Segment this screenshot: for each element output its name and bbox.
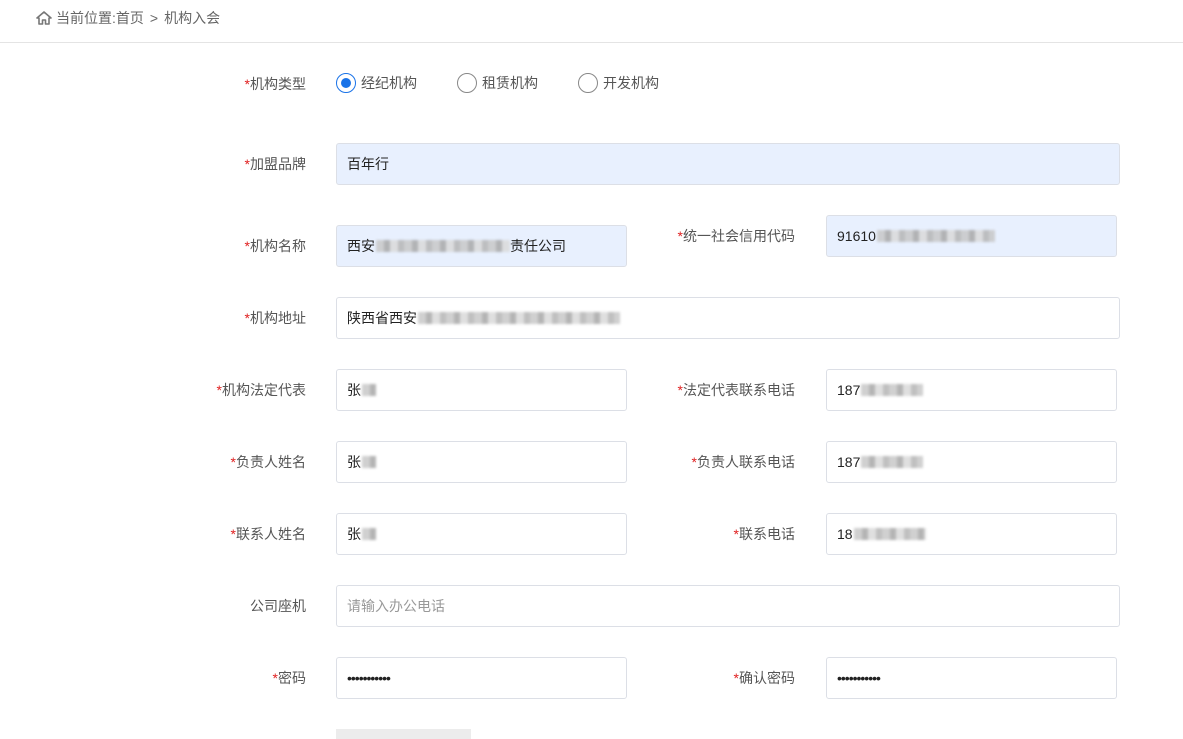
manager-name-input[interactable]: 张 xyxy=(336,441,627,483)
password-input[interactable]: ••••••••••• xyxy=(336,657,627,699)
password-label: *密码 xyxy=(272,670,306,686)
credit-code-label: *统一社会信用代码 xyxy=(677,228,795,244)
breadcrumb: 当前位置: 首页 > 机构入会 xyxy=(36,8,220,28)
confirm-password-input[interactable]: ••••••••••• xyxy=(826,657,1117,699)
org-type-radio-group: 经纪机构 租赁机构 开发机构 xyxy=(336,72,699,94)
contact-name-label: *联系人姓名 xyxy=(230,526,306,542)
org-name-input[interactable]: 西安 责任公司 xyxy=(336,225,627,267)
legal-rep-label: *机构法定代表 xyxy=(216,382,306,398)
contact-phone-label: *联系电话 xyxy=(733,526,795,542)
redacted-text xyxy=(362,456,376,468)
redacted-text xyxy=(362,528,376,540)
redacted-text xyxy=(861,384,924,396)
credit-code-input[interactable]: 91610 xyxy=(826,215,1117,257)
org-type-label: *机构类型 xyxy=(244,76,306,92)
contact-name-input[interactable]: 张 xyxy=(336,513,627,555)
radio-leasing[interactable]: 租赁机构 xyxy=(457,73,538,93)
radio-developer[interactable]: 开发机构 xyxy=(578,73,659,93)
manager-phone-input[interactable]: 187 xyxy=(826,441,1117,483)
manager-phone-label: *负责人联系电话 xyxy=(691,454,795,470)
contact-phone-input[interactable]: 18 xyxy=(826,513,1117,555)
legal-rep-phone-input[interactable]: 187 xyxy=(826,369,1117,411)
redacted-text xyxy=(376,240,510,252)
brand-input[interactable]: 百年行 xyxy=(336,143,1120,185)
breadcrumb-prefix: 当前位置: xyxy=(56,10,116,26)
legal-rep-phone-label: *法定代表联系电话 xyxy=(677,382,795,398)
address-input[interactable]: 陕西省西安 xyxy=(336,297,1120,339)
manager-name-label: *负责人姓名 xyxy=(230,454,306,470)
breadcrumb-current: 机构入会 xyxy=(164,10,221,26)
address-label: *机构地址 xyxy=(244,310,306,326)
submit-button[interactable] xyxy=(336,729,471,739)
redacted-text xyxy=(853,528,926,540)
home-icon xyxy=(36,11,52,25)
org-name-label: *机构名称 xyxy=(244,238,306,254)
redacted-text xyxy=(418,312,620,324)
office-phone-input[interactable]: 请输入办公电话 xyxy=(336,585,1120,627)
radio-broker[interactable]: 经纪机构 xyxy=(336,73,417,93)
radio-circle[interactable] xyxy=(578,73,598,93)
confirm-password-label: *确认密码 xyxy=(733,670,795,686)
breadcrumb-home-link[interactable]: 首页 xyxy=(116,8,144,28)
legal-rep-input[interactable]: 张 xyxy=(336,369,627,411)
redacted-text xyxy=(362,384,376,396)
redacted-text xyxy=(876,230,995,242)
radio-circle-checked[interactable] xyxy=(336,73,356,93)
radio-circle[interactable] xyxy=(457,73,477,93)
header-divider xyxy=(0,42,1183,43)
breadcrumb-separator: > xyxy=(149,10,159,26)
redacted-text xyxy=(861,456,924,468)
office-phone-label: 公司座机 xyxy=(250,598,306,614)
brand-label: *加盟品牌 xyxy=(244,156,306,172)
